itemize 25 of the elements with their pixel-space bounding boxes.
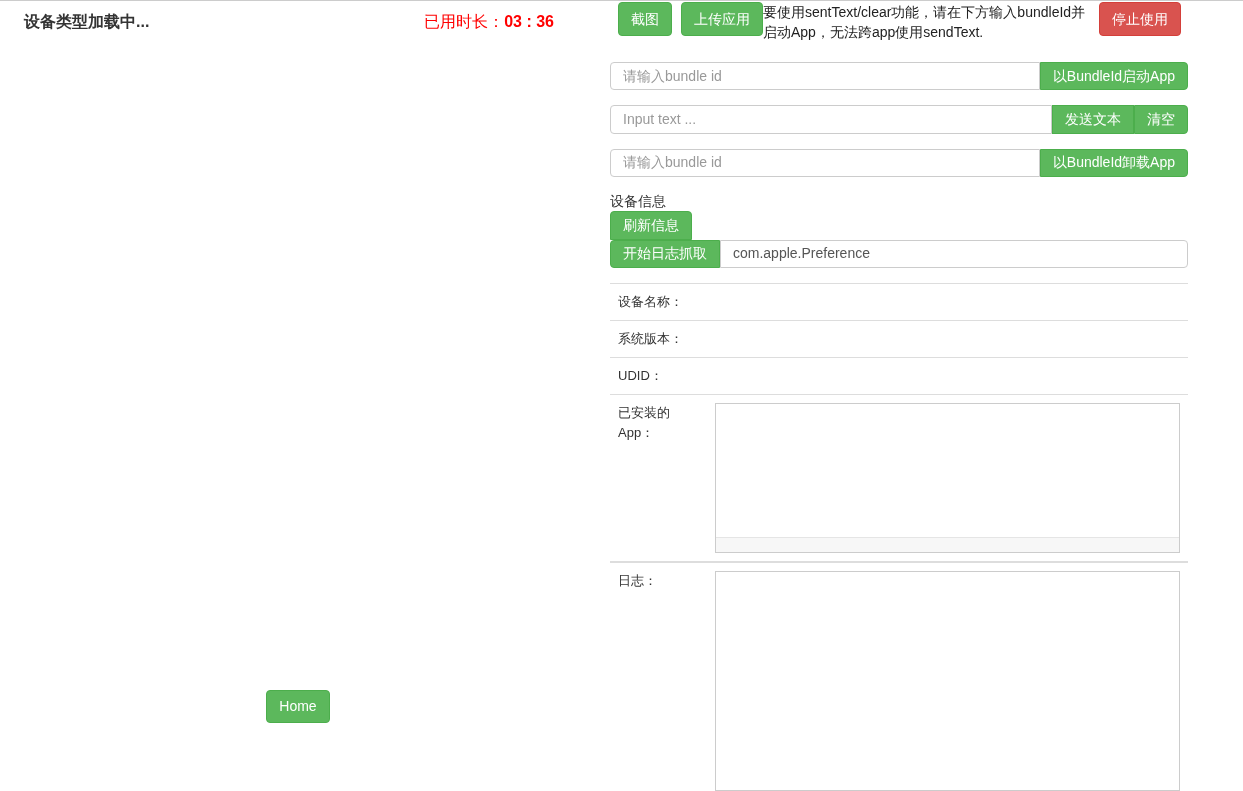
uninstall-app-button[interactable]: 以BundleId卸载App xyxy=(1039,148,1188,177)
info-label: 设备名称： xyxy=(618,293,683,312)
stop-button[interactable]: 停止使用 xyxy=(1099,2,1181,36)
elapsed-time: 已用时长：03 : 36 xyxy=(424,12,554,32)
installed-apps-label: 已安装的App： xyxy=(618,404,671,442)
home-button[interactable]: Home xyxy=(266,690,330,723)
refresh-info-button[interactable]: 刷新信息 xyxy=(610,211,692,240)
device-type-title: 设备类型加载中... xyxy=(24,12,150,32)
info-label: UDID： xyxy=(618,367,663,386)
info-label: 系统版本： xyxy=(618,330,683,349)
send-text-button[interactable]: 发送文本 xyxy=(1052,105,1134,134)
scrollbar-track[interactable] xyxy=(716,537,1179,552)
usage-notice: 要使用sentText/clear功能，请在下方输入bundleId并启动App，无法跨app使用sendText. xyxy=(763,3,1087,42)
device-info-title: 设备信息 xyxy=(610,192,666,211)
installed-apps-list[interactable] xyxy=(715,403,1180,553)
clear-button[interactable]: 清空 xyxy=(1134,105,1188,134)
log-label: 日志： xyxy=(618,572,658,590)
bundle-id-input[interactable]: 请输入bundle id xyxy=(610,62,1040,91)
bundle-id-input[interactable]: 请输入bundle id xyxy=(610,148,1040,177)
launch-app-button[interactable]: 以BundleId启动App xyxy=(1039,62,1188,91)
log-filter-input[interactable]: com.apple.Preference xyxy=(720,239,1188,268)
upload-app-button[interactable]: 上传应用 xyxy=(681,2,763,36)
text-input[interactable]: Input text ... xyxy=(610,105,1052,134)
start-log-button[interactable]: 开始日志抓取 xyxy=(610,239,720,268)
screenshot-button[interactable]: 截图 xyxy=(618,2,672,36)
